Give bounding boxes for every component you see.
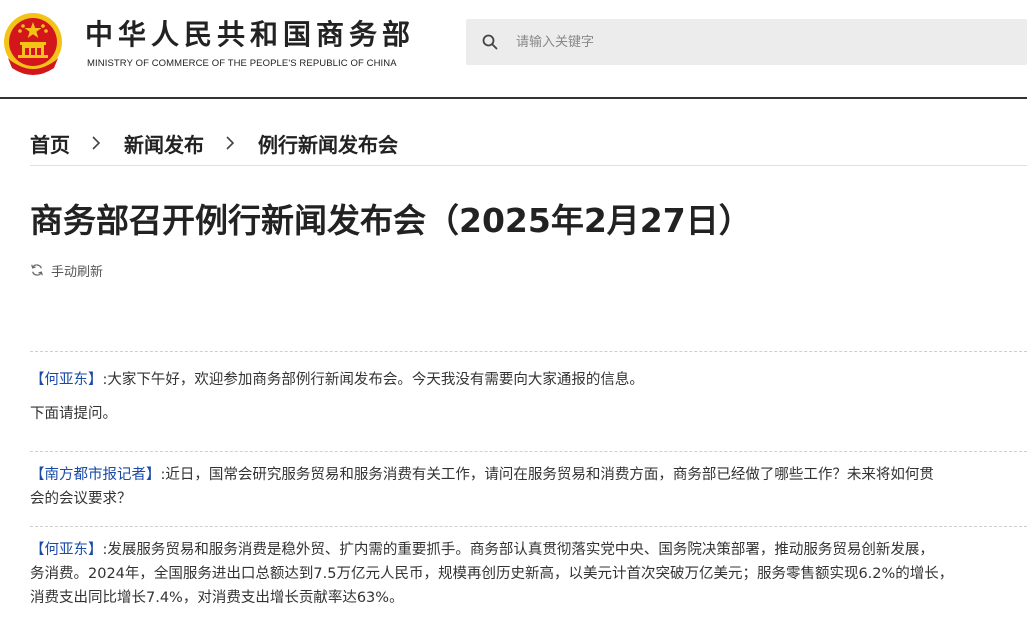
search-input[interactable] <box>506 27 1026 57</box>
dialog-text: :近日，国常会研究服务贸易和服务消费有关工作，请问在服务贸易和消费方面，商务部已… <box>160 467 934 483</box>
entry-divider <box>30 351 1027 352</box>
refresh-button[interactable]: 手动刷新 <box>30 260 103 280</box>
national-emblem-icon[interactable] <box>2 12 64 76</box>
chevron-right-icon <box>92 136 101 150</box>
chevron-right-icon <box>226 136 235 150</box>
search-icon[interactable] <box>482 34 498 50</box>
breadcrumb-home[interactable]: 首页 <box>30 129 70 158</box>
dialog-text: 会的会议要求？ <box>30 491 132 507</box>
speaker-name[interactable]: 【何亚东】 <box>30 542 103 558</box>
refresh-icon <box>31 264 43 276</box>
site-header: 中华人民共和国商务部 MINISTRY OF COMMERCE OF THE P… <box>0 0 1027 99</box>
search-box[interactable] <box>466 19 1027 65</box>
breadcrumb-press-conference[interactable]: 例行新闻发布会 <box>258 129 398 158</box>
dialog-entry: 【何亚东】:大家下午好，欢迎参加商务部例行新闻发布会。今天我没有需要向大家通报的… <box>30 368 1027 426</box>
dialog-text: 下面请提问。 <box>30 406 117 422</box>
dialog-entry: 【南方都市报记者】:近日，国常会研究服务贸易和服务消费有关工作，请问在服务贸易和… <box>30 463 1027 511</box>
entry-divider <box>30 526 1027 527</box>
site-name-chinese[interactable]: 中华人民共和国商务部 <box>85 18 415 52</box>
dialog-text: :发展服务贸易和服务消费是稳外贸、扩内需的重要抓手。商务部认真贯彻落实党中央、国… <box>102 542 934 558</box>
speaker-name[interactable]: 【何亚东】 <box>30 372 103 388</box>
speaker-name[interactable]: 【南方都市报记者】 <box>30 467 161 483</box>
page-title: 商务部召开例行新闻发布会（2025年2月27日） <box>30 201 752 240</box>
site-name-english: MINISTRY OF COMMERCE OF THE PEOPLE'S REP… <box>87 58 397 69</box>
refresh-label: 手动刷新 <box>51 264 104 280</box>
header-divider <box>0 97 1027 99</box>
dialog-entry: 【何亚东】:发展服务贸易和服务消费是稳外贸、扩内需的重要抓手。商务部认真贯彻落实… <box>30 538 1027 610</box>
entry-divider <box>30 451 1027 452</box>
dialog-text: 消费支出同比增长7.4%，对消费支出增长贡献率达63%。 <box>30 590 404 606</box>
dialog-text: 务消费。2024年，全国服务进出口总额达到7.5万亿元人民币，规模再创历史新高，… <box>30 566 954 582</box>
breadcrumb: 首页 新闻发布 例行新闻发布会 <box>30 128 398 158</box>
dialog-text: :大家下午好，欢迎参加商务部例行新闻发布会。今天我没有需要向大家通报的信息。 <box>102 372 644 388</box>
breadcrumb-divider <box>30 165 1027 166</box>
breadcrumb-news[interactable]: 新闻发布 <box>124 129 204 158</box>
